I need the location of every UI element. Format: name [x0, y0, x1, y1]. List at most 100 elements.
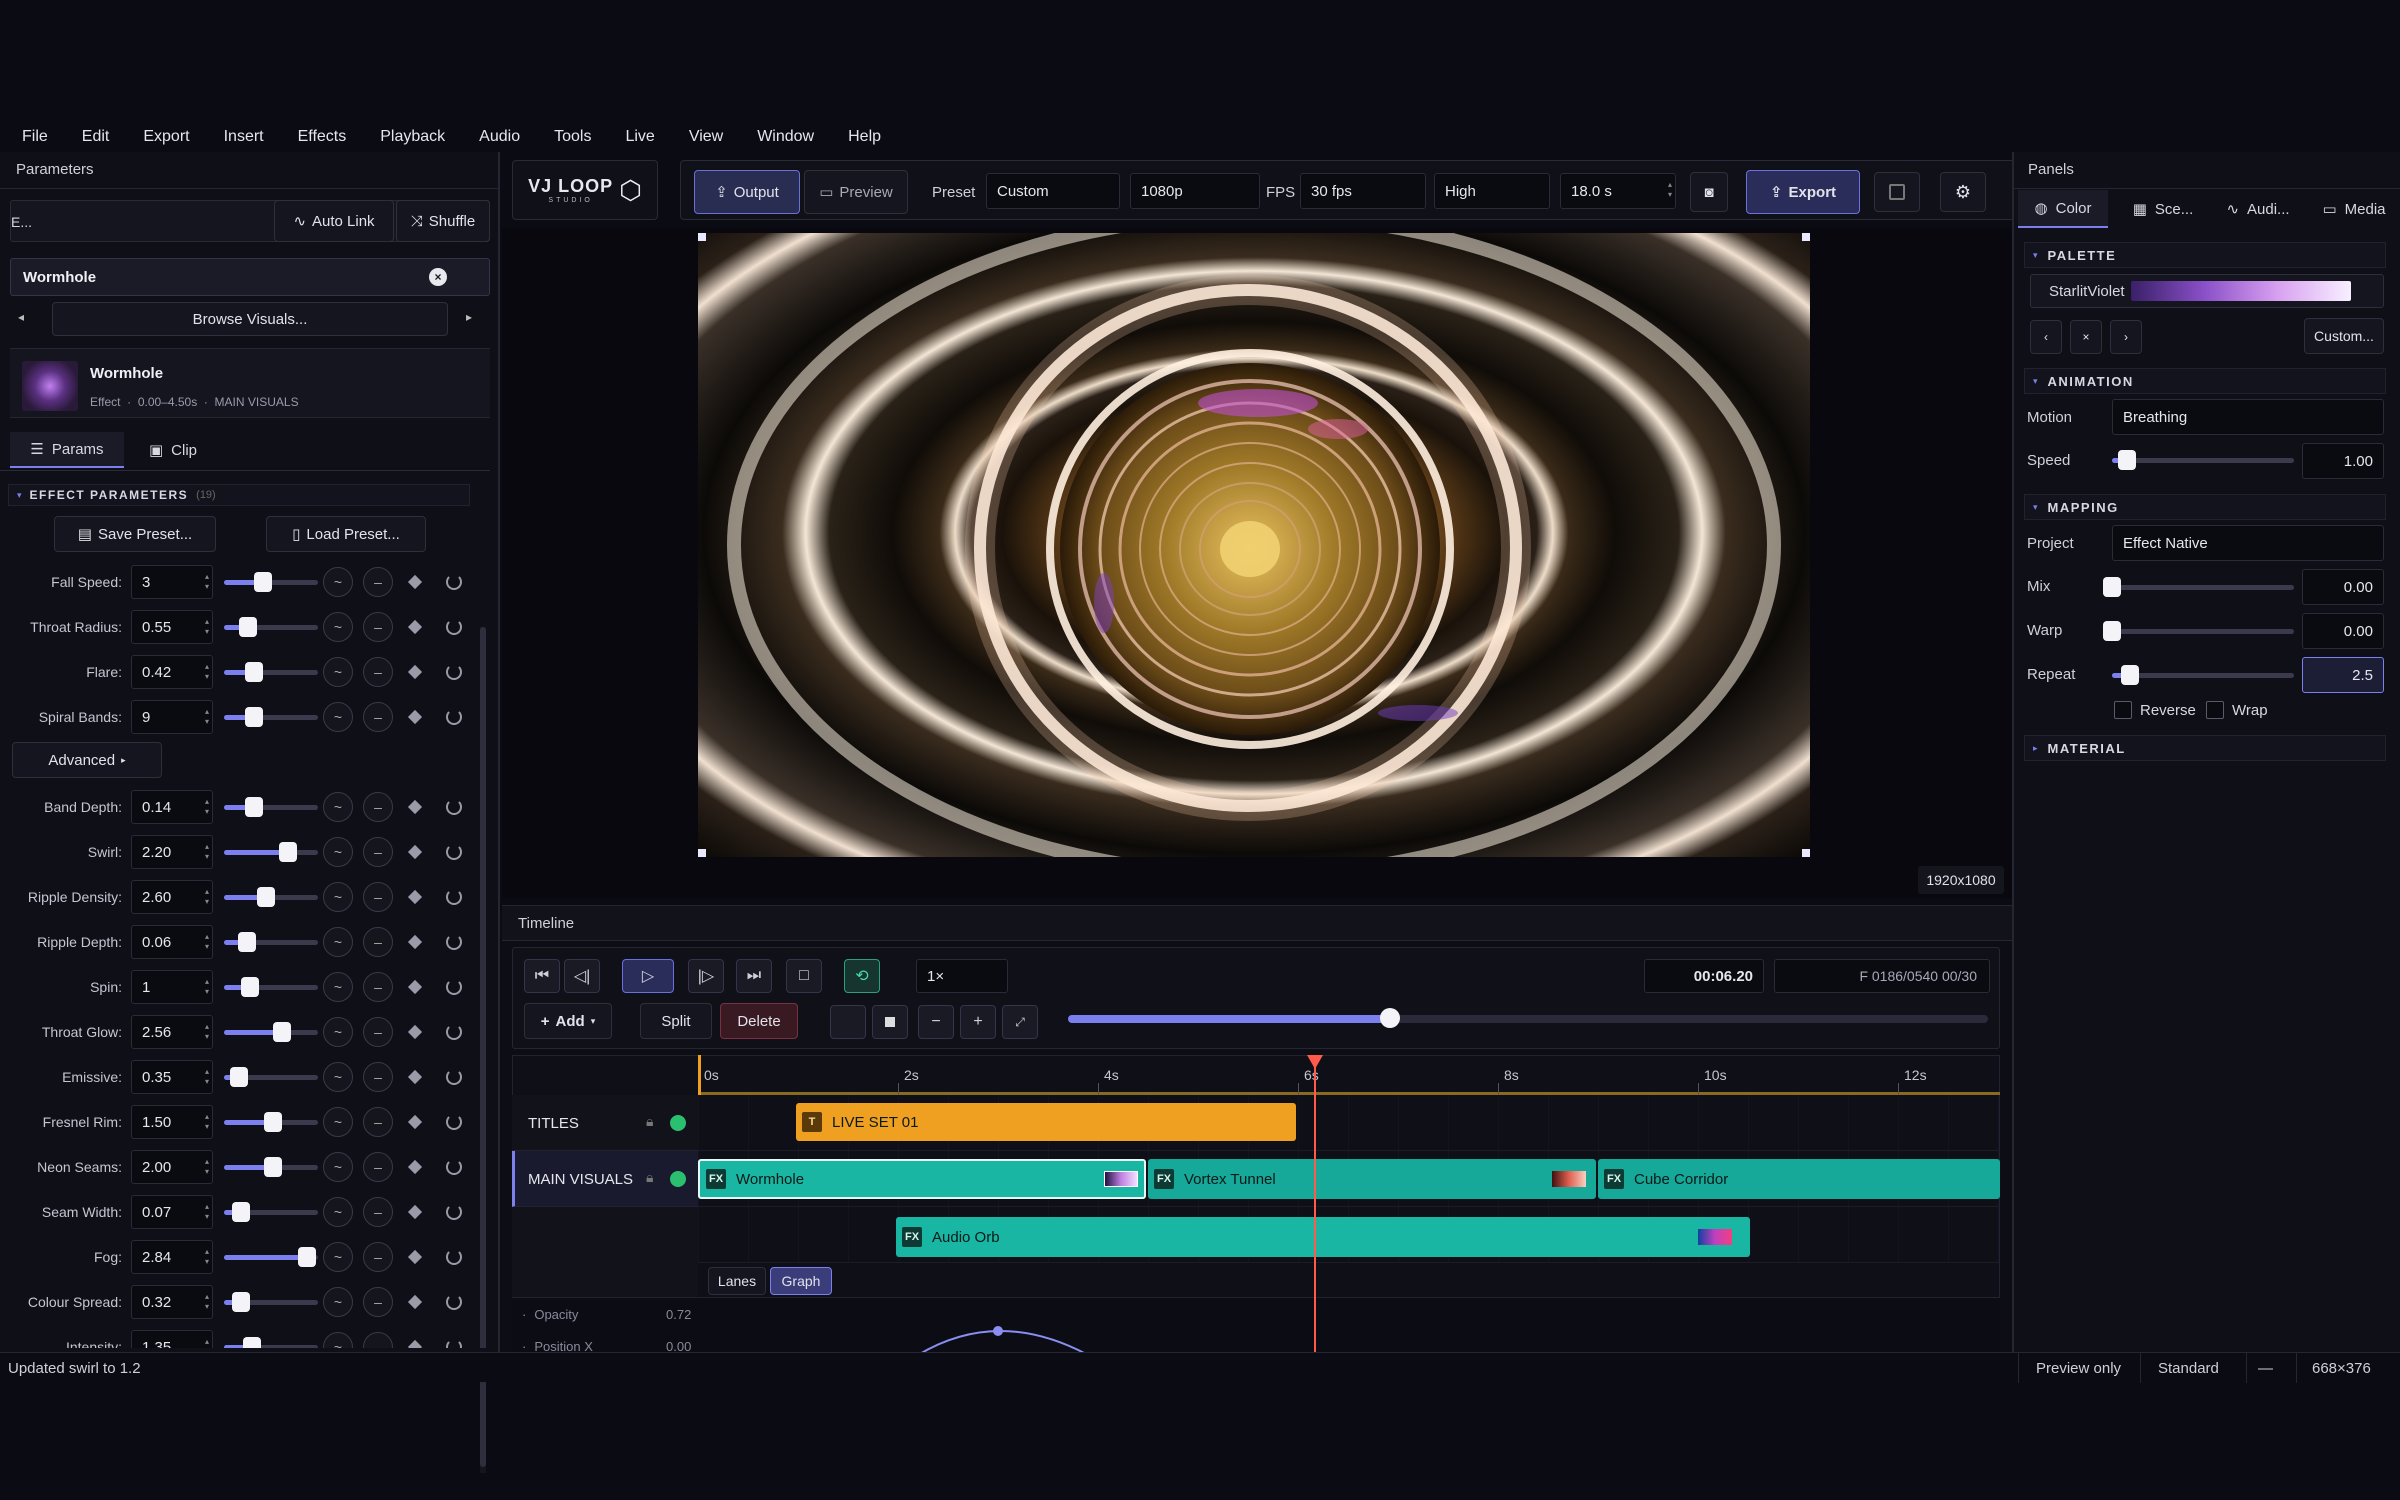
speed-slider[interactable]: [2112, 450, 2294, 470]
tab-audio[interactable]: ∿ Audi...: [2210, 190, 2306, 228]
lfo-button[interactable]: ~: [323, 1062, 353, 1092]
lfo-button[interactable]: ~: [323, 1107, 353, 1137]
reset-icon[interactable]: [446, 889, 462, 905]
zoom-out-button[interactable]: −: [918, 1005, 954, 1039]
menu-item-export[interactable]: Export: [143, 128, 189, 146]
playhead[interactable]: [1307, 1055, 1323, 1355]
param-slider[interactable]: [224, 1022, 318, 1042]
keyframe-icon[interactable]: [407, 799, 423, 815]
menu-item-audio[interactable]: Audio: [479, 128, 520, 146]
reset-icon[interactable]: [446, 1204, 462, 1220]
reset-icon[interactable]: [446, 844, 462, 860]
graph-lane-opacity[interactable]: · Opacity: [522, 1307, 578, 1322]
render-preview[interactable]: [698, 233, 1810, 857]
param-slider[interactable]: [224, 1202, 318, 1222]
param-slider[interactable]: [224, 977, 318, 997]
wrap-checkbox[interactable]: [2206, 701, 2224, 719]
param-slider[interactable]: [224, 1157, 318, 1177]
param-value-field[interactable]: 1.50 ▴ ▾: [131, 1105, 213, 1139]
skip-start-button[interactable]: ⏮: [524, 959, 560, 993]
tab-media[interactable]: ▭ Media: [2310, 190, 2398, 228]
palette-select[interactable]: StarlitViolet: [2030, 274, 2384, 308]
speed-select[interactable]: 1×: [916, 959, 1008, 993]
modulation-button[interactable]: –: [363, 1017, 393, 1047]
automation-curve[interactable]: [698, 1297, 2000, 1355]
param-slider[interactable]: [224, 1112, 318, 1132]
preset-select[interactable]: Custom: [986, 173, 1120, 209]
add-button[interactable]: + Add ▾: [524, 1003, 612, 1039]
left-scrollbar[interactable]: [480, 627, 486, 1473]
reset-icon[interactable]: [446, 934, 462, 950]
visibility-dot[interactable]: [670, 1115, 686, 1131]
param-slider[interactable]: [224, 887, 318, 907]
lfo-button[interactable]: ~: [323, 1242, 353, 1272]
lock-icon[interactable]: 🔒︎: [646, 1169, 653, 1186]
lfo-button[interactable]: ~: [323, 1197, 353, 1227]
param-value-field[interactable]: 0.35 ▴ ▾: [131, 1060, 213, 1094]
modulation-button[interactable]: –: [363, 1197, 393, 1227]
lfo-button[interactable]: ~: [323, 927, 353, 957]
lfo-button[interactable]: ~: [323, 837, 353, 867]
param-value-field[interactable]: 2.84 ▴ ▾: [131, 1240, 213, 1274]
modulation-button[interactable]: –: [363, 1242, 393, 1272]
tab-lanes[interactable]: Lanes: [708, 1267, 766, 1295]
loop-button[interactable]: ⟲: [844, 959, 880, 993]
keyframe-icon[interactable]: [407, 1024, 423, 1040]
scrub-bar[interactable]: [1068, 1008, 1988, 1028]
menu-item-playback[interactable]: Playback: [380, 128, 445, 146]
tab-graph[interactable]: Graph: [770, 1267, 832, 1295]
param-value-field[interactable]: 0.06 ▴ ▾: [131, 925, 213, 959]
param-slider[interactable]: [224, 932, 318, 952]
step-forward-button[interactable]: |▷: [688, 959, 724, 993]
keyframe-icon[interactable]: [407, 844, 423, 860]
warp-slider[interactable]: [2103, 621, 2294, 641]
param-slider[interactable]: [224, 1247, 318, 1267]
param-value-field[interactable]: 1 ▴ ▾: [131, 970, 213, 1004]
param-value-field[interactable]: 2.60 ▴ ▾: [131, 880, 213, 914]
lock-icon[interactable]: 🔒︎: [646, 1113, 653, 1130]
keyframe-icon[interactable]: [407, 934, 423, 950]
modulation-button[interactable]: –: [363, 837, 393, 867]
modulation-button[interactable]: –: [363, 972, 393, 1002]
reverse-checkbox[interactable]: [2114, 701, 2132, 719]
clip-audio-orb[interactable]: FX Audio Orb: [896, 1217, 1750, 1257]
motion-select[interactable]: Breathing: [2112, 399, 2384, 435]
project-select[interactable]: Effect Native: [2112, 525, 2384, 561]
mapping-section-header[interactable]: ▾ MAPPING: [2024, 494, 2386, 520]
menu-item-edit[interactable]: Edit: [82, 128, 110, 146]
menu-item-file[interactable]: File: [22, 128, 48, 146]
mix-slider[interactable]: [2103, 577, 2294, 597]
reset-icon[interactable]: [446, 1294, 462, 1310]
menu-item-live[interactable]: Live: [625, 128, 654, 146]
tab-scene[interactable]: ▦ Sce...: [2118, 190, 2208, 228]
keyframe-icon[interactable]: [407, 1204, 423, 1220]
repeat-value[interactable]: 2.5: [2302, 657, 2384, 693]
param-value-field[interactable]: 2.56 ▴ ▾: [131, 1015, 213, 1049]
reset-icon[interactable]: [446, 979, 462, 995]
menu-item-window[interactable]: Window: [757, 128, 814, 146]
duration-field[interactable]: 18.0 s ▴ ▾: [1560, 173, 1676, 209]
param-value-field[interactable]: 0.07 ▴ ▾: [131, 1195, 213, 1229]
warp-value[interactable]: 0.00: [2302, 613, 2384, 649]
tab-color[interactable]: ◍ Color: [2018, 190, 2108, 228]
snapshot-button[interactable]: ◙: [1690, 172, 1728, 212]
custom-palette-button[interactable]: Custom...: [2304, 318, 2384, 354]
menu-item-view[interactable]: View: [689, 128, 723, 146]
clip-vortex-tunnel[interactable]: FX Vortex Tunnel: [1148, 1159, 1596, 1199]
stop-square-button[interactable]: [872, 1005, 908, 1039]
visibility-dot[interactable]: [670, 1171, 686, 1187]
zoom-in-button[interactable]: +: [960, 1005, 996, 1039]
keyframe-icon[interactable]: [407, 1114, 423, 1130]
reset-icon[interactable]: [446, 799, 462, 815]
clip-wormhole[interactable]: FX Wormhole: [698, 1159, 1146, 1199]
split-button[interactable]: Split: [640, 1003, 712, 1039]
lfo-button[interactable]: ~: [323, 1017, 353, 1047]
fit-button[interactable]: ⤢: [1002, 1005, 1038, 1039]
reset-icon[interactable]: [446, 1024, 462, 1040]
blank-button[interactable]: [830, 1005, 866, 1039]
param-value-field[interactable]: 0.32 ▴ ▾: [131, 1285, 213, 1319]
modulation-button[interactable]: –: [363, 792, 393, 822]
param-slider[interactable]: [224, 1067, 318, 1087]
modulation-button[interactable]: –: [363, 1107, 393, 1137]
keyframe-icon[interactable]: [407, 979, 423, 995]
